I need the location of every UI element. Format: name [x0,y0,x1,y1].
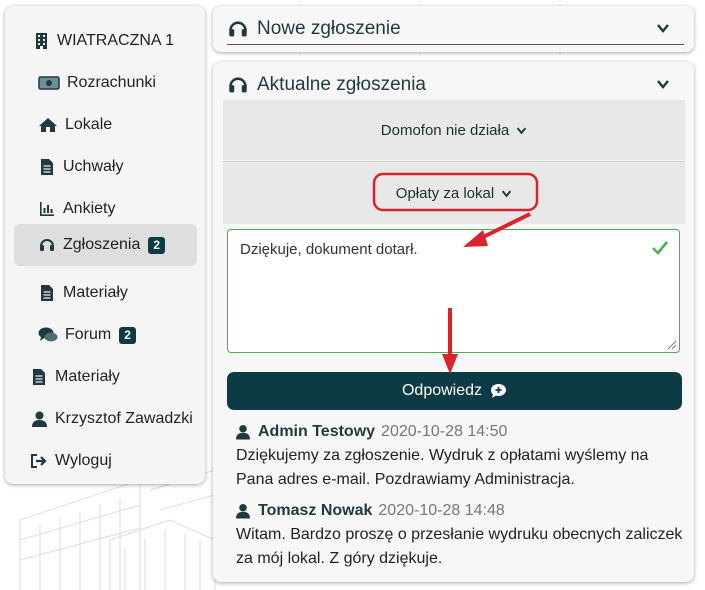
message-header: Tomasz Nowak 2020-10-28 14:48 [236,502,505,520]
logout-icon [30,452,48,470]
document-icon [38,284,56,302]
message-author: Tomasz Nowak [258,502,373,519]
ticket-row-domofon[interactable]: Domofon nie działa [223,100,685,160]
sidebar-item-label: Materiały [55,368,120,385]
headset-icon [227,18,249,40]
sidebar-item-materialy[interactable]: Materiały [30,356,120,398]
reply-button-label: Odpowiedz [401,382,483,399]
sidebar-item-profile[interactable]: Krzysztof Zawadzki [30,398,193,440]
chevron-down-icon [502,190,512,197]
notification-badge: 2 [148,236,166,254]
current-tickets-header[interactable]: Aktualne zgłoszenia [227,70,684,101]
reply-textarea-value: Dziękuje, dokument dotarł. [240,241,418,258]
document-icon [38,158,56,176]
sidebar-item-label: Rozrachunki [67,74,156,91]
sidebar-item-label: Krzysztof Zawadzki [55,410,193,427]
notification-badge: 2 [119,326,136,344]
ticket-title: Domofon nie działa [380,121,510,139]
sidebar: WIATRACZNA 1 Rozrachunki Lokale Uchwały … [5,6,205,484]
document-icon [30,368,48,386]
chat-icon [38,326,58,344]
sidebar-item-forum[interactable]: Forum 2 [38,314,136,356]
sidebar-item-label: Materiały [63,284,128,301]
reply-textarea[interactable]: Dziękuje, dokument dotarł. [227,229,680,353]
sidebar-item-label: Forum [65,326,112,343]
chevron-down-icon[interactable] [656,77,670,91]
ticket-row-oplaty[interactable]: Opłaty za lokal [223,162,685,224]
headset-icon [38,236,56,254]
message-date: 2020-10-28 14:50 [381,423,508,440]
sidebar-item-label: WIATRACZNA 1 [57,32,175,49]
sidebar-item-uchwaly[interactable]: Uchwały [38,146,123,188]
message-text: Dziękujemy za zgłoszenie. Wydruk z opłat… [236,447,649,488]
user-icon [236,504,250,519]
sidebar-item-lokale[interactable]: Lokale [38,104,112,146]
sidebar-item-rozrachunki[interactable]: Rozrachunki [38,62,156,104]
user-icon [236,425,250,440]
sidebar-item-building[interactable]: WIATRACZNA 1 [32,20,174,62]
home-icon [38,116,58,134]
chevron-down-icon[interactable] [656,21,670,35]
bar-chart-icon [38,200,56,218]
sidebar-item-logout[interactable]: Wyloguj [30,440,112,482]
chevron-down-icon [517,127,527,134]
building-icon [32,32,50,50]
new-ticket-panel: Nowe zgłoszenie [213,6,694,52]
user-icon [30,410,48,428]
sidebar-item-label: Wyloguj [55,452,112,469]
sidebar-item-zgloszenia[interactable]: Zgłoszenia 2 [14,224,197,266]
panel-title: Nowe zgłoszenie [257,18,401,39]
comment-plus-icon [491,384,507,398]
message-header: Admin Testowy 2020-10-28 14:50 [236,423,507,441]
message-text: Witam. Bardzo proszę o przesłanie wydruk… [236,526,683,567]
new-ticket-header[interactable]: Nowe zgłoszenie [227,14,684,45]
sidebar-item-label: Lokale [65,116,113,133]
reply-button[interactable]: Odpowiedz [227,372,682,410]
message-author: Admin Testowy [258,423,376,440]
money-icon [38,74,60,92]
resize-handle-icon[interactable] [665,338,677,350]
sidebar-item-label: Zgłoszenia [63,236,141,253]
sidebar-item-label: Uchwały [63,158,124,175]
sidebar-item-label: Ankiety [63,200,116,217]
panel-title: Aktualne zgłoszenia [257,74,426,95]
headset-icon [227,74,249,96]
sidebar-item-materialy-sub[interactable]: Materiały [38,272,128,314]
message-date: 2020-10-28 14:48 [378,502,505,519]
check-icon [652,241,669,255]
ticket-title: Opłaty za lokal [395,184,495,202]
